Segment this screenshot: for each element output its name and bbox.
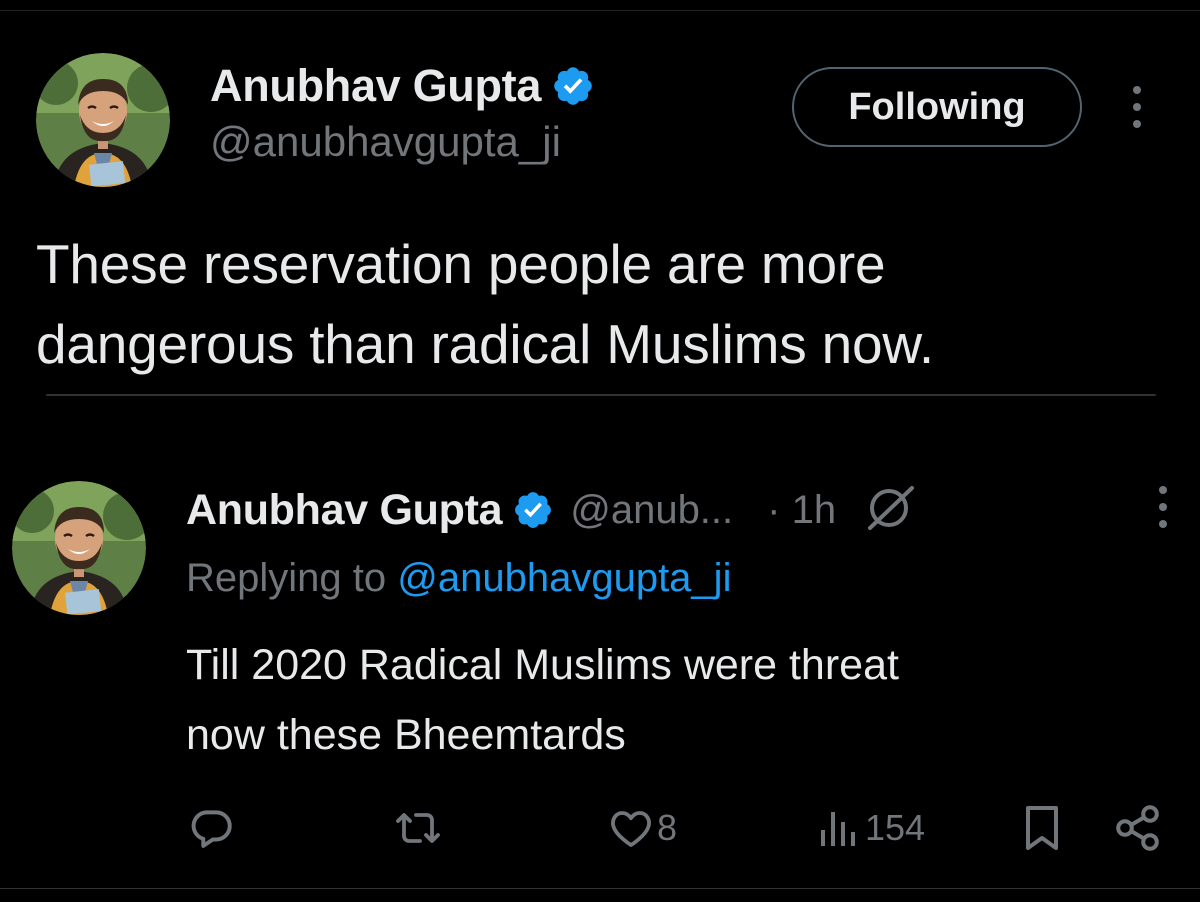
replying-to-prefix: Replying to <box>186 556 387 600</box>
reply-icon[interactable] <box>186 803 236 853</box>
reply-button[interactable] <box>186 800 242 856</box>
views-button[interactable]: 154 <box>815 800 925 856</box>
reply-header: Anubhav Gupta @anub... · 1h <box>186 482 920 538</box>
action-bar: 8 154 <box>0 800 1200 860</box>
reply-text: Till 2020 Radical Muslims were threat no… <box>186 630 1146 770</box>
top-divider <box>0 10 1200 11</box>
section-divider <box>46 394 1156 396</box>
share-button[interactable] <box>1112 800 1164 856</box>
bookmark-button[interactable] <box>1020 800 1064 856</box>
tweet-text-line: These reservation people are more <box>36 233 886 295</box>
bottom-divider <box>0 888 1200 889</box>
heart-icon[interactable] <box>607 804 655 852</box>
verified-badge-icon[interactable] <box>512 489 554 531</box>
grok-icon[interactable] <box>862 482 920 539</box>
reply-timestamp[interactable]: · 1h <box>767 488 836 533</box>
reply-text-line: now these Bheemtards <box>186 711 626 759</box>
author-name[interactable]: Anubhav Gupta <box>210 60 595 112</box>
share-icon[interactable] <box>1112 803 1164 853</box>
reply-author-handle[interactable]: @anub... <box>570 488 733 533</box>
following-button[interactable]: Following <box>792 67 1082 147</box>
tweet-text: These reservation people are more danger… <box>36 224 1156 384</box>
like-count: 8 <box>657 807 678 848</box>
replying-to-mention[interactable]: @anubhavgupta_ji <box>397 556 731 600</box>
tweet-text-line: dangerous than radical Muslims now. <box>36 313 934 375</box>
author-handle[interactable]: @anubhavgupta_ji <box>210 118 561 166</box>
more-vertical-icon[interactable] <box>1122 82 1152 132</box>
reply-text-line: Till 2020 Radical Muslims were threat <box>186 641 899 689</box>
reply-author-name[interactable]: Anubhav Gupta <box>186 486 503 535</box>
views-icon[interactable] <box>815 806 859 850</box>
author-avatar[interactable] <box>36 53 170 187</box>
author-name-text[interactable]: Anubhav Gupta <box>210 60 541 112</box>
retweet-button[interactable] <box>392 800 450 856</box>
replying-to: Replying to @anubhavgupta_ji <box>186 556 731 601</box>
verified-badge-icon[interactable] <box>551 64 595 108</box>
bookmark-icon[interactable] <box>1020 803 1064 853</box>
like-button[interactable]: 8 <box>607 800 677 856</box>
more-vertical-icon[interactable] <box>1148 482 1178 532</box>
retweet-icon[interactable] <box>392 803 444 853</box>
reply-author-avatar[interactable] <box>12 481 146 615</box>
view-count: 154 <box>865 807 926 848</box>
